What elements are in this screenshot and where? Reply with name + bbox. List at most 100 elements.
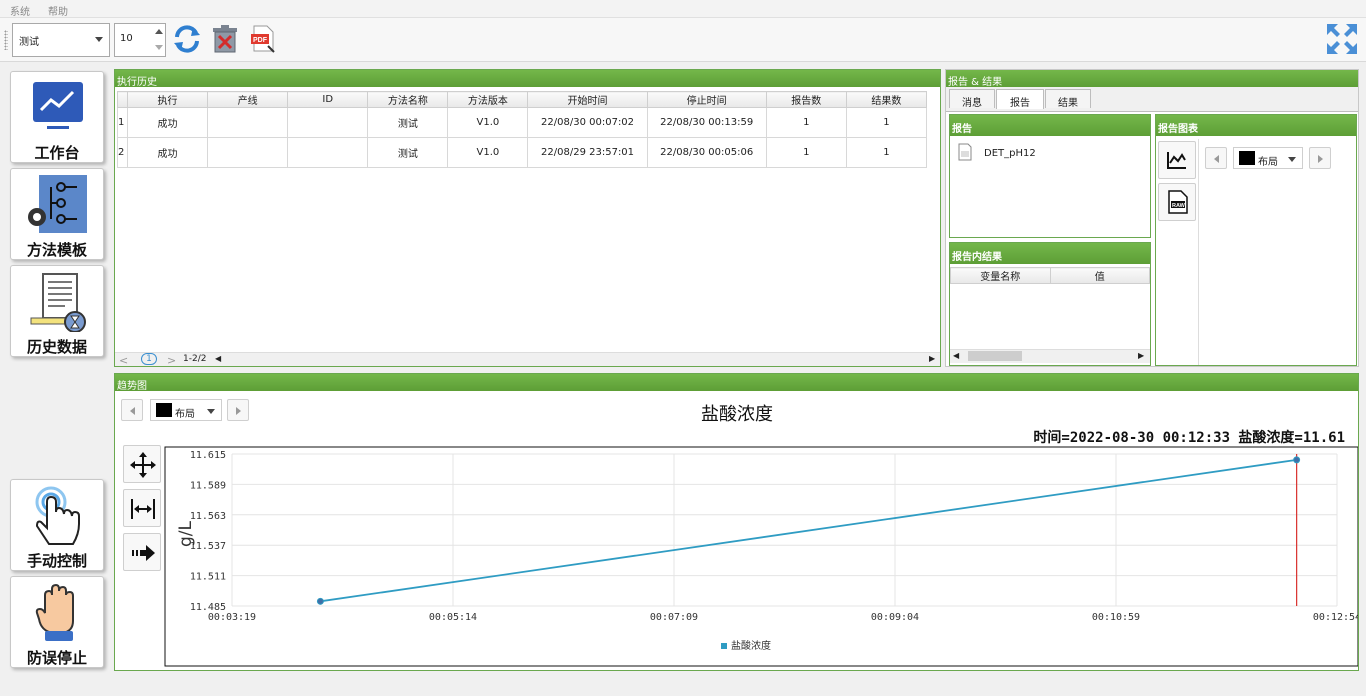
- chart-prev-button[interactable]: [1205, 147, 1227, 169]
- spin-up-icon[interactable]: [154, 25, 164, 39]
- x-tick-label: 00:10:59: [1092, 612, 1140, 623]
- report-results-panel: 报告 & 结果 消息 报告 结果 报告 DET_pH12 报告内结果 变量名称 …: [945, 69, 1359, 367]
- nav-method-template-label: 方法模板: [26, 241, 87, 259]
- inner-results-table: 变量名称 值: [950, 267, 1150, 284]
- nav-emergency-stop-label: 防误停止: [26, 649, 87, 667]
- count-spinner[interactable]: 10: [114, 23, 166, 57]
- trend-chart[interactable]: 盐酸浓度 时间=2022-08-30 00:12:33 盐酸浓度=11.61 1…: [115, 392, 1358, 670]
- col-value[interactable]: 值: [1049, 267, 1150, 284]
- x-tick-label: 00:09:04: [871, 612, 919, 623]
- method-select[interactable]: 测试: [12, 23, 110, 57]
- y-axis-label: g/L: [176, 520, 196, 547]
- inner-results-header: 报告内结果: [950, 243, 1150, 264]
- count-value: 10: [120, 33, 133, 44]
- y-tick-label: 11.589: [190, 480, 226, 491]
- col-results[interactable]: 结果数: [845, 91, 928, 108]
- trend-chart-icon: [33, 82, 83, 129]
- cell-id: [287, 137, 369, 168]
- col-stop[interactable]: 停止时间: [646, 91, 767, 108]
- table-row[interactable]: 1 成功 测试 V1.0 22/08/30 00:07:02 22/08/30 …: [117, 107, 928, 138]
- scroll-right-icon[interactable]: ▶: [929, 354, 935, 363]
- chart-view-button[interactable]: [1158, 141, 1196, 179]
- scroll-right-icon[interactable]: ▶: [1138, 351, 1144, 360]
- data-point: [316, 597, 324, 605]
- nav-emergency-stop[interactable]: 防误停止: [10, 576, 104, 668]
- col-line[interactable]: 产线: [207, 91, 289, 108]
- col-method[interactable]: 方法名称: [367, 91, 449, 108]
- toolbar-grip[interactable]: [4, 30, 8, 50]
- nav-method-template[interactable]: 方法模板: [10, 168, 104, 260]
- arrow-left-icon: [1214, 155, 1219, 163]
- col-start[interactable]: 开始时间: [527, 91, 648, 108]
- cell-version: V1.0: [447, 137, 529, 168]
- cell-line: [207, 137, 289, 168]
- fullscreen-icon[interactable]: [1325, 22, 1359, 56]
- trend-panel: 趋势图 布局 盐酸浓度 时间=2022-08-30 00:12:33 盐酸浓度=…: [114, 373, 1359, 671]
- nav-manual-control-label: 手动控制: [26, 552, 87, 570]
- row-number: 1: [117, 107, 128, 138]
- col-reports[interactable]: 报告数: [765, 91, 847, 108]
- cell-start: 22/08/30 00:07:02: [527, 107, 648, 138]
- method-select-value: 测试: [19, 37, 39, 48]
- col-version[interactable]: 方法版本: [447, 91, 529, 108]
- x-tick-label: 00:12:54: [1313, 612, 1358, 623]
- report-file-name[interactable]: DET_pH12: [984, 148, 1036, 159]
- menu-help[interactable]: 帮助: [48, 3, 68, 18]
- history-document-icon: [30, 273, 86, 332]
- menu-system[interactable]: 系统: [10, 3, 30, 18]
- cell-results: 1: [845, 137, 928, 168]
- delete-icon[interactable]: [210, 24, 240, 54]
- stop-hand-icon: [35, 583, 74, 641]
- pdf-export-icon[interactable]: PDF: [248, 24, 278, 54]
- y-tick-label: 11.563: [190, 511, 226, 522]
- cell-start: 22/08/29 23:57:01: [527, 137, 648, 168]
- col-rownum: [117, 91, 128, 108]
- x-tick-label: 00:07:09: [650, 612, 698, 623]
- pager-current[interactable]: 1: [141, 353, 157, 365]
- trend-panel-title: 趋势图: [115, 374, 1358, 392]
- method-flow-icon: [28, 175, 87, 233]
- scroll-left-icon[interactable]: ◀: [215, 354, 221, 363]
- raw-data-button[interactable]: RAW: [1158, 183, 1196, 221]
- report-layout-select[interactable]: 布局: [1233, 147, 1303, 169]
- scroll-left-icon[interactable]: ◀: [953, 351, 959, 360]
- cell-reports: 1: [765, 137, 847, 168]
- nav-history-data[interactable]: 历史数据: [10, 265, 104, 357]
- refresh-icon[interactable]: [172, 24, 202, 54]
- nav-workbench[interactable]: 工作台: [10, 71, 104, 163]
- report-list-panel: 报告 DET_pH12: [949, 114, 1151, 238]
- nav-manual-control[interactable]: 手动控制: [10, 479, 104, 571]
- inner-results-panel: 报告内结果 变量名称 值 ◀ ▶: [949, 242, 1151, 366]
- cell-stop: 22/08/30 00:05:06: [646, 137, 767, 168]
- touch-hand-icon: [35, 486, 80, 545]
- col-status[interactable]: 执行: [126, 91, 209, 108]
- scroll-thumb[interactable]: [968, 351, 1022, 361]
- tab-results[interactable]: 结果: [1045, 89, 1091, 109]
- svg-text:PDF: PDF: [253, 37, 268, 44]
- pager-prev-icon[interactable]: <: [119, 354, 128, 367]
- chart-next-button[interactable]: [1309, 147, 1331, 169]
- nav-history-data-label: 历史数据: [26, 338, 87, 356]
- cell-version: V1.0: [447, 107, 529, 138]
- history-table-header: 执行 产线 ID 方法名称 方法版本 开始时间 停止时间 报告数 结果数: [117, 91, 928, 108]
- cell-status: 成功: [126, 107, 209, 138]
- col-id[interactable]: ID: [287, 91, 369, 108]
- report-file-icon: [958, 143, 972, 161]
- pager-next-icon[interactable]: >: [167, 354, 176, 367]
- report-results-title: 报告 & 结果: [946, 70, 1358, 88]
- chevron-down-icon: [95, 37, 103, 42]
- y-tick-label: 11.615: [190, 450, 226, 461]
- report-chart-header: 报告图表: [1156, 115, 1356, 136]
- toolbar: 测试 10: [0, 18, 1366, 62]
- cell-line: [207, 107, 289, 138]
- table-row[interactable]: 2 成功 测试 V1.0 22/08/29 23:57:01 22/08/30 …: [117, 137, 928, 168]
- cell-status: 成功: [126, 137, 209, 168]
- cell-stop: 22/08/30 00:13:59: [646, 107, 767, 138]
- tab-messages[interactable]: 消息: [949, 89, 995, 109]
- history-panel-title: 执行历史: [115, 70, 940, 88]
- tab-report[interactable]: 报告: [996, 89, 1044, 109]
- legend-marker: [721, 643, 727, 649]
- spin-down-icon[interactable]: [154, 41, 164, 55]
- col-variable-name[interactable]: 变量名称: [950, 267, 1051, 284]
- inner-results-scrollbar[interactable]: ◀ ▶: [950, 349, 1150, 363]
